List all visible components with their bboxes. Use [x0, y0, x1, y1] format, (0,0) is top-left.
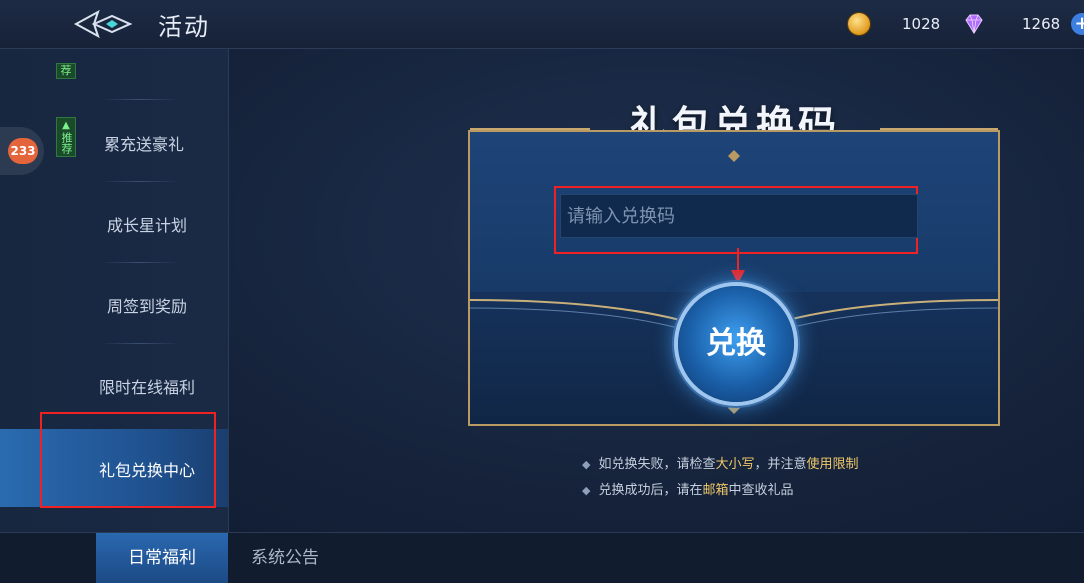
hint-highlight: 使用限制	[806, 457, 859, 472]
tab-system-announcements[interactable]: 系统公告	[230, 533, 340, 583]
coin-counter: 1028	[848, 12, 940, 36]
coin-value: 1028	[902, 15, 941, 33]
redeem-code-field[interactable]	[560, 194, 918, 238]
redeem-hints: ◆ 如兑换失败，请检查大小写，并注意使用限制 ◆ 兑换成功后，请在邮箱中查收礼品	[582, 452, 859, 504]
hint-text: 如兑换失败，请检查	[598, 457, 716, 472]
sidebar-item-label: 累充送豪礼	[104, 135, 185, 154]
hint-highlight: 大小写	[715, 457, 755, 472]
back-arrow-icon[interactable]	[72, 8, 133, 40]
notification-badge: 233	[8, 138, 38, 164]
hint-line-1: ◆ 如兑换失败，请检查大小写，并注意使用限制	[582, 452, 859, 478]
hint-line-2: ◆ 兑换成功后，请在邮箱中查收礼品	[582, 478, 859, 504]
hint-highlight: 邮箱	[702, 483, 729, 498]
sidebar-item-label: 限时在线福利	[98, 378, 195, 397]
recommend-tag-partial: 荐	[56, 63, 76, 79]
page-title: 活动	[158, 13, 210, 41]
sidebar-item-label: 周签到奖励	[106, 297, 187, 316]
annotation-arrow-icon	[731, 248, 745, 284]
bullet-icon: ◆	[582, 484, 591, 497]
bullet-icon: ◆	[582, 458, 591, 471]
redeem-code-input[interactable]	[561, 195, 917, 237]
redeem-button[interactable]: 兑换	[678, 286, 794, 402]
divider	[100, 99, 180, 100]
sidebar-item-weekly-checkin[interactable]: 周签到奖励	[0, 263, 228, 343]
coin-icon	[848, 13, 870, 35]
sidebar-item-label: 成长星计划	[106, 216, 187, 235]
diamond-icon	[965, 14, 983, 34]
gem-value: 1268	[1022, 15, 1061, 33]
sidebar-item-growth-star[interactable]: 成长星计划	[0, 182, 228, 262]
top-bar: 活动 1028 1268 +	[0, 0, 1084, 49]
hint-text: 兑换成功后，请在	[598, 483, 703, 498]
annotation-highlight-input	[554, 186, 918, 254]
annotation-highlight-sidebar	[40, 412, 216, 508]
tab-daily-benefits[interactable]: 日常福利	[96, 533, 228, 583]
bottom-tab-bar: 日常福利 系统公告	[0, 532, 1084, 583]
hint-text: ，并注意	[754, 457, 807, 472]
gem-counter: 1268	[962, 12, 1060, 36]
hint-text: 中查收礼品	[728, 483, 794, 498]
add-currency-button[interactable]: +	[1071, 13, 1084, 35]
